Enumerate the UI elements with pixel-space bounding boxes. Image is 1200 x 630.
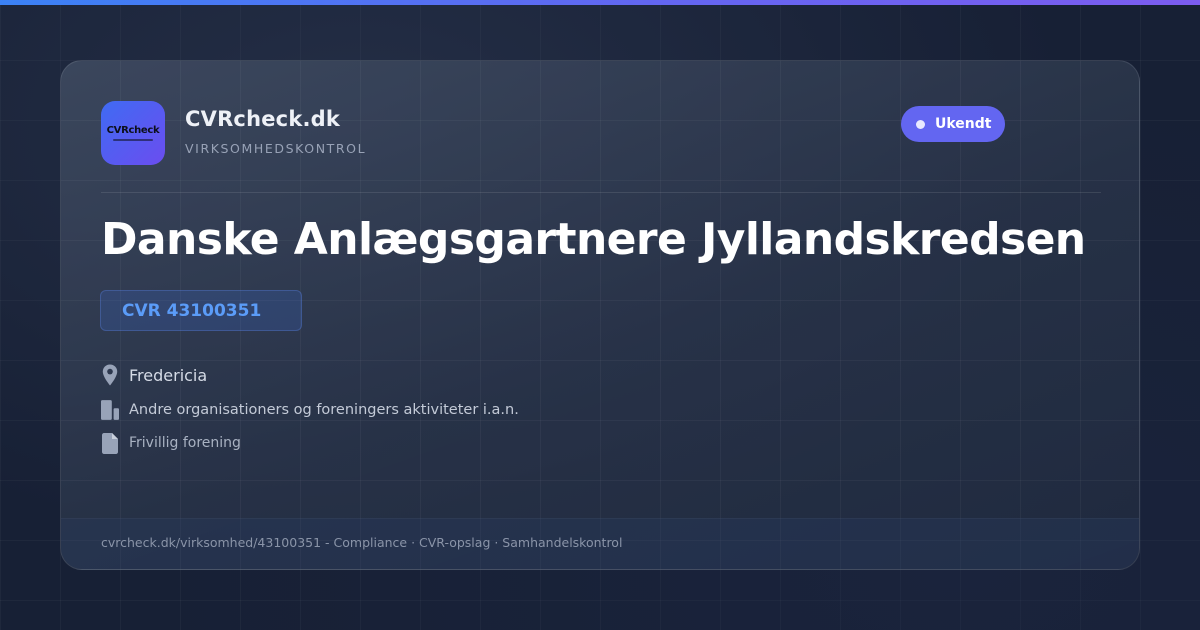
cvr-number: CVR 43100351: [122, 300, 262, 321]
brand-name: CVRcheck.dk: [185, 107, 341, 131]
company-card: CVRcheck CVRcheck.dk VIRKSOMHEDSKONTROL …: [60, 60, 1140, 570]
status-label: Ukendt: [935, 116, 992, 132]
brand-tagline: VIRKSOMHEDSKONTROL: [185, 141, 367, 156]
card-footer: cvrcheck.dk/virksomhed/43100351 - Compli…: [61, 518, 1139, 569]
company-name: Danske Anlægsgartnere Jyllandskredsen: [101, 214, 1086, 265]
city-text: Fredericia: [129, 365, 208, 385]
cvr-badge: CVR 43100351: [100, 290, 302, 331]
info-row-city: Fredericia: [101, 363, 207, 387]
status-dot-icon: [916, 119, 925, 129]
map-pin-icon: [101, 363, 119, 387]
logo-text: CVRcheck: [106, 124, 160, 136]
logo-underline: [113, 138, 153, 141]
info-row-industry: Andre organisationers og foreningers akt…: [101, 398, 519, 422]
document-icon: [101, 431, 119, 455]
info-row-form: Frivillig forening: [101, 431, 241, 455]
footer-text: cvrcheck.dk/virksomhed/43100351 - Compli…: [101, 535, 623, 550]
building-icon: [101, 398, 119, 422]
header-divider: [101, 192, 1101, 193]
industry-text: Andre organisationers og foreningers akt…: [129, 402, 519, 418]
legal-form-text: Frivillig forening: [129, 435, 241, 451]
accent-top-bar: [0, 0, 1200, 5]
status-badge: Ukendt: [901, 106, 1005, 142]
brand-logo: CVRcheck: [101, 101, 165, 165]
